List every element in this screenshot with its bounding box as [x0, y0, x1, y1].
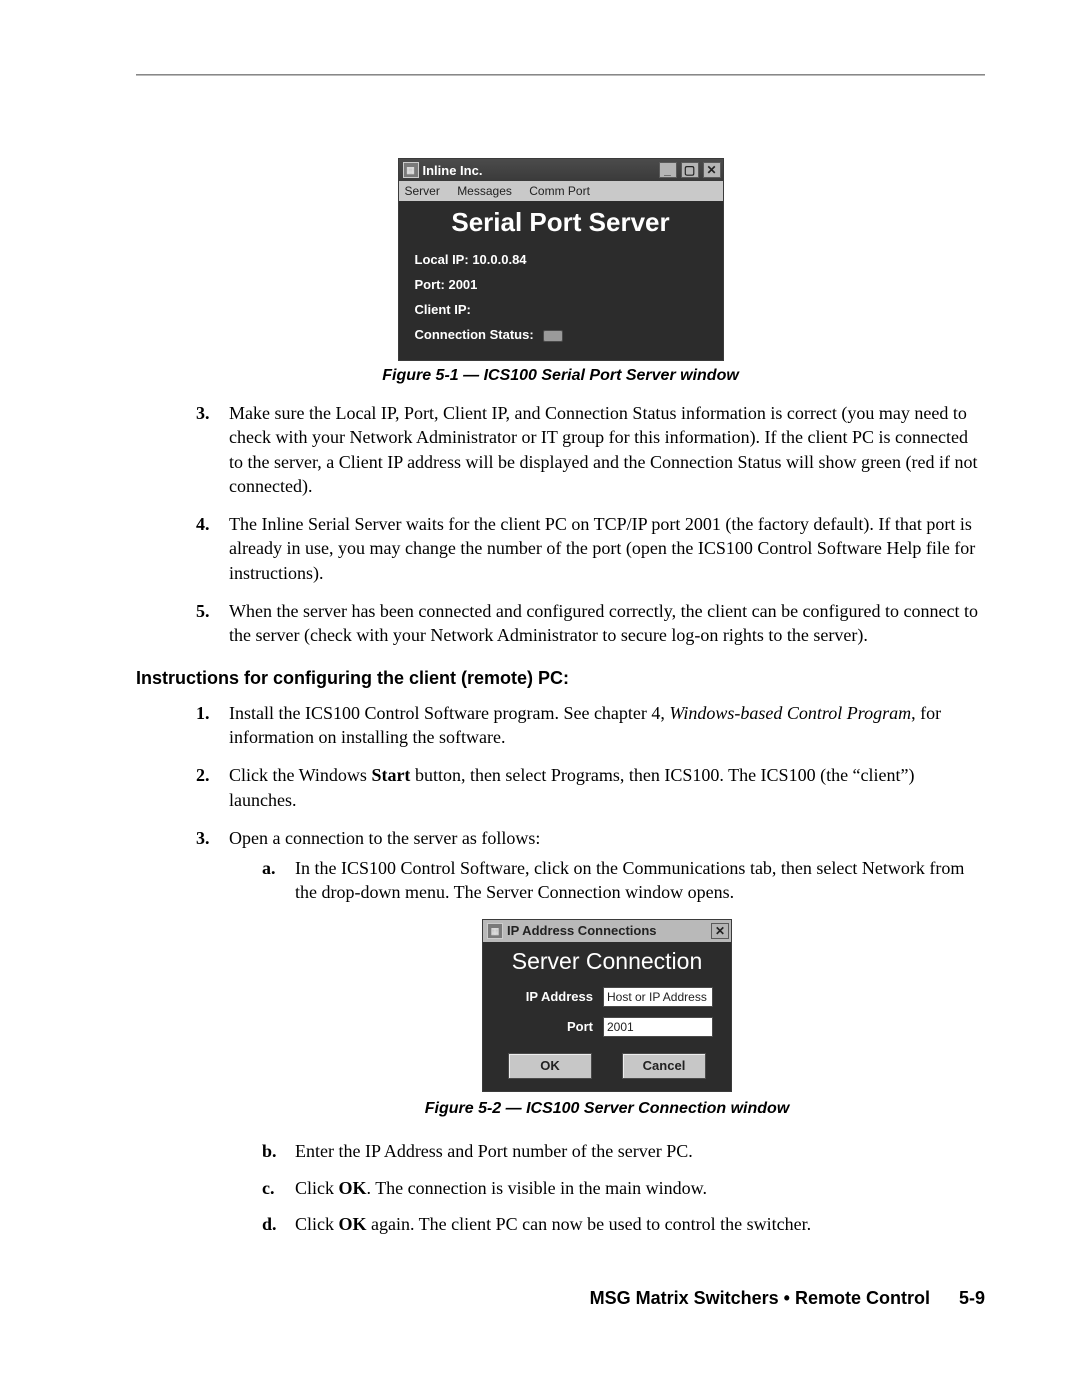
step-3: 3. Make sure the Local IP, Port, Client … [136, 401, 985, 498]
figure-5-1-caption: Figure 5-1 — ICS100 Serial Port Server w… [136, 367, 985, 385]
local-ip-value: 10.0.0.84 [472, 252, 526, 267]
client-ip-row: Client IP: [415, 302, 707, 317]
client-steps-list: 1. Install the ICS100 Control Software p… [136, 701, 985, 1249]
page-number: 5-9 [959, 1288, 985, 1308]
step-number: 2. [196, 763, 229, 812]
ip-address-row: IP Address [483, 985, 731, 1015]
server-connection-window: ▦ IP Address Connections ✕ Server Connec… [482, 919, 732, 1092]
app-icon: ▦ [403, 162, 419, 178]
conn-status-label: Connection Status: [415, 327, 534, 342]
ok-button[interactable]: OK [508, 1053, 592, 1079]
substep-text: Click OK again. The client PC can now be… [295, 1212, 985, 1236]
local-ip-row: Local IP: 10.0.0.84 [415, 252, 707, 267]
close-icon[interactable]: ✕ [711, 923, 729, 939]
local-ip-label: Local IP: [415, 252, 469, 267]
step-5: 5. When the server has been connected an… [136, 599, 985, 648]
step-4: 4. The Inline Serial Server waits for th… [136, 512, 985, 585]
serial-port-server-window: ▦ Inline Inc. _ ▢ ✕ Server Messages Comm… [398, 158, 724, 361]
substep-text: Enter the IP Address and Port number of … [295, 1139, 985, 1163]
substep-letter: b. [262, 1139, 295, 1163]
menu-commport[interactable]: Comm Port [529, 184, 590, 198]
step-text: The Inline Serial Server waits for the c… [229, 512, 985, 585]
window-title: Inline Inc. [423, 163, 483, 178]
window-title: IP Address Connections [507, 922, 657, 940]
step-text: Make sure the Local IP, Port, Client IP,… [229, 401, 985, 498]
substep-d: d. Click OK again. The client PC can now… [169, 1212, 985, 1236]
step-number: 3. [196, 401, 229, 498]
menu-server[interactable]: Server [405, 184, 440, 198]
page-content: ▦ Inline Inc. _ ▢ ✕ Server Messages Comm… [136, 158, 985, 1262]
close-icon[interactable]: ✕ [703, 162, 721, 178]
banner-title: Serial Port Server [399, 201, 723, 248]
step-text: Install the ICS100 Control Software prog… [229, 701, 985, 750]
ip-address-label: IP Address [493, 989, 593, 1004]
menu-bar: Server Messages Comm Port [399, 181, 723, 201]
client-config-heading: Instructions for configuring the client … [136, 668, 985, 689]
step-text: When the server has been connected and c… [229, 599, 985, 648]
substep-letter: d. [262, 1212, 295, 1236]
conn-status-row: Connection Status: [415, 327, 707, 342]
client-ip-label: Client IP: [415, 302, 471, 317]
server-steps-list: 3. Make sure the Local IP, Port, Client … [136, 401, 985, 648]
client-step-3: 3. Open a connection to the server as fo… [136, 826, 985, 1248]
step-text: Open a connection to the server as follo… [229, 826, 985, 1248]
maximize-icon[interactable]: ▢ [681, 162, 699, 178]
footer-title: MSG Matrix Switchers • Remote Control [590, 1288, 930, 1308]
substep-a: a. In the ICS100 Control Software, click… [229, 856, 985, 905]
step-number: 5. [196, 599, 229, 648]
substep-c: c. Click OK. The connection is visible i… [169, 1176, 985, 1200]
page-rule [136, 74, 985, 76]
client-step-2: 2. Click the Windows Start button, then … [136, 763, 985, 812]
app-icon: ▦ [487, 923, 503, 939]
menu-messages[interactable]: Messages [457, 184, 512, 198]
status-light-icon [543, 330, 563, 342]
step-number: 4. [196, 512, 229, 585]
step-text: Click the Windows Start button, then sel… [229, 763, 985, 812]
substep-letter: c. [262, 1176, 295, 1200]
page-footer: MSG Matrix Switchers • Remote Control 5-… [590, 1288, 985, 1309]
step-number: 1. [196, 701, 229, 750]
window-titlebar: ▦ IP Address Connections ✕ [483, 920, 731, 942]
port-input[interactable] [603, 1017, 713, 1037]
ip-address-input[interactable] [603, 987, 713, 1007]
window-titlebar: ▦ Inline Inc. _ ▢ ✕ [399, 159, 723, 181]
port-row: Port: 2001 [415, 277, 707, 292]
substep-text: Click OK. The connection is visible in t… [295, 1176, 985, 1200]
minimize-icon[interactable]: _ [659, 162, 677, 178]
port-label: Port [493, 1019, 593, 1034]
substep-text: In the ICS100 Control Software, click on… [295, 856, 985, 905]
port-value: 2001 [448, 277, 477, 292]
client-step-1: 1. Install the ICS100 Control Software p… [136, 701, 985, 750]
substep-b: b. Enter the IP Address and Port number … [169, 1139, 985, 1163]
port-label: Port: [415, 277, 445, 292]
port-row: Port [483, 1015, 731, 1045]
figure-5-2-caption: Figure 5-2 — ICS100 Server Connection wi… [229, 1098, 985, 1120]
substep-letter: a. [262, 856, 295, 905]
banner-title: Server Connection [483, 942, 731, 985]
cancel-button[interactable]: Cancel [622, 1053, 706, 1079]
